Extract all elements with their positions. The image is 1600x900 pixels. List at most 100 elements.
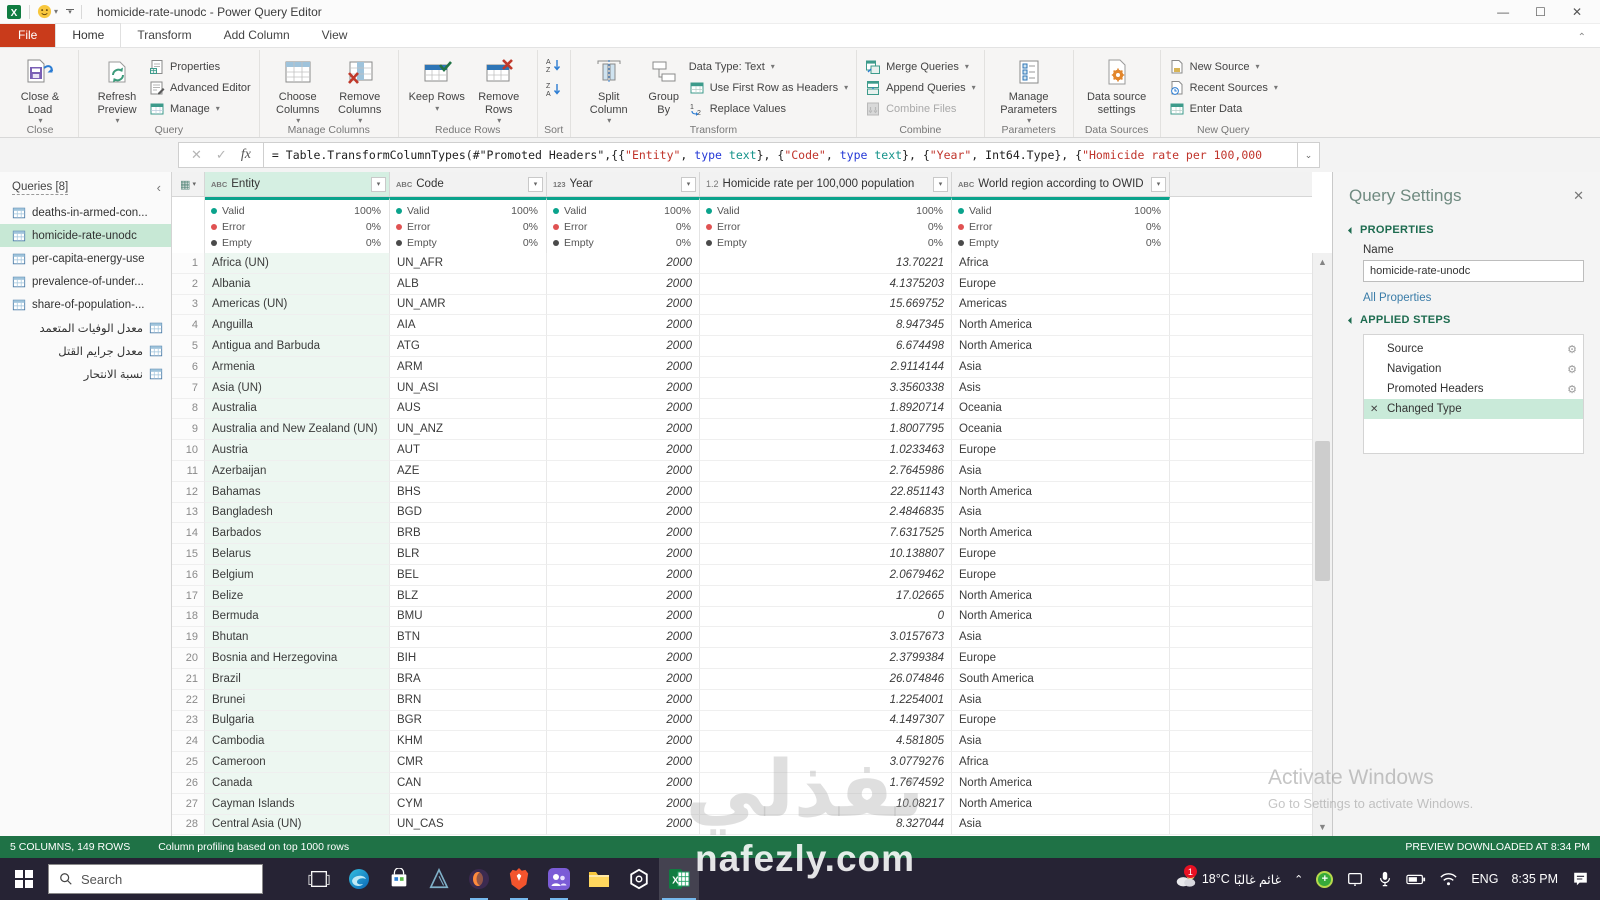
status-profiling-note[interactable]: Column profiling based on top 1000 rows: [158, 841, 349, 853]
row-number[interactable]: 12: [172, 481, 205, 503]
enter-data-button[interactable]: Enter Data: [1169, 99, 1278, 118]
cell-entity[interactable]: Canada: [205, 772, 390, 794]
start-button[interactable]: [0, 858, 48, 900]
cell-world-region[interactable]: Europe: [952, 564, 1170, 586]
cell-code[interactable]: UN_AMR: [390, 294, 547, 316]
cell-code[interactable]: BTN: [390, 627, 547, 649]
cell-homicide-rate[interactable]: 8.947345: [700, 315, 952, 337]
cell-entity[interactable]: Africa (UN): [205, 253, 390, 274]
cell-homicide-rate[interactable]: 1.8007795: [700, 419, 952, 441]
cell-world-region[interactable]: Europe: [952, 648, 1170, 669]
antivirus-tray-icon[interactable]: +: [1316, 870, 1334, 888]
close-panel-icon[interactable]: ✕: [1573, 188, 1584, 204]
taskbar-search[interactable]: Search: [48, 864, 263, 894]
cell-homicide-rate[interactable]: 10.08217: [700, 793, 952, 815]
cell-year[interactable]: 2000: [547, 356, 700, 378]
query-list-item[interactable]: deaths-in-armed-con...: [0, 201, 171, 224]
brave-browser-icon[interactable]: [499, 858, 539, 900]
cell-world-region[interactable]: Africa: [952, 253, 1170, 274]
row-number[interactable]: 23: [172, 710, 205, 732]
applied-step-item[interactable]: ✕ Changed Type ⚙: [1364, 399, 1583, 419]
row-number[interactable]: 15: [172, 544, 205, 565]
scroll-down-icon[interactable]: ▼: [1313, 818, 1332, 836]
cell-entity[interactable]: Bahamas: [205, 481, 390, 503]
cell-year[interactable]: 2000: [547, 668, 700, 690]
cell-world-region[interactable]: South America: [952, 668, 1170, 690]
row-number[interactable]: 13: [172, 502, 205, 524]
keep-rows-button[interactable]: Keep Rows ▾: [407, 53, 467, 117]
cell-homicide-rate[interactable]: 3.0157673: [700, 627, 952, 649]
cell-year[interactable]: 2000: [547, 419, 700, 441]
cell-homicide-rate[interactable]: 13.70221: [700, 253, 952, 274]
feedback-smiley-icon[interactable]: ▾: [37, 4, 58, 19]
row-number[interactable]: 20: [172, 648, 205, 669]
cell-homicide-rate[interactable]: 15.669752: [700, 294, 952, 316]
scrollbar-thumb[interactable]: [1315, 441, 1330, 581]
formula-expand-icon[interactable]: ⌄: [1298, 142, 1320, 168]
collapse-pane-icon[interactable]: ‹: [157, 180, 161, 195]
row-number[interactable]: 5: [172, 336, 205, 357]
all-properties-link[interactable]: All Properties: [1363, 292, 1584, 304]
row-number[interactable]: 24: [172, 731, 205, 753]
action-center-icon[interactable]: [1571, 870, 1590, 888]
cell-homicide-rate[interactable]: 22.851143: [700, 481, 952, 503]
cell-year[interactable]: 2000: [547, 336, 700, 357]
cell-year[interactable]: 2000: [547, 710, 700, 732]
cell-code[interactable]: AZE: [390, 460, 547, 482]
row-number[interactable]: 10: [172, 440, 205, 461]
ribbon-tab[interactable]: File: [0, 24, 56, 47]
cell-code[interactable]: AUS: [390, 398, 547, 420]
cell-world-region[interactable]: Asia: [952, 502, 1170, 524]
cell-world-region[interactable]: Asia: [952, 460, 1170, 482]
remove-rows-button[interactable]: Remove Rows ▾: [469, 53, 529, 125]
row-number[interactable]: 16: [172, 564, 205, 586]
row-number[interactable]: 11: [172, 460, 205, 482]
cell-entity[interactable]: Azerbaijan: [205, 460, 390, 482]
cell-code[interactable]: UN_ASI: [390, 377, 547, 399]
cell-world-region[interactable]: Africa: [952, 752, 1170, 773]
close-and-load-button[interactable]: Close & Load ▾: [10, 53, 70, 125]
choose-columns-button[interactable]: Choose Columns ▾: [268, 53, 328, 125]
edge-browser-icon[interactable]: [339, 858, 379, 900]
cell-homicide-rate[interactable]: 2.9114144: [700, 356, 952, 378]
cell-world-region[interactable]: Asia: [952, 731, 1170, 753]
cell-entity[interactable]: Bangladesh: [205, 502, 390, 524]
group-by-button[interactable]: Group By: [641, 53, 687, 117]
cell-world-region[interactable]: Asia: [952, 689, 1170, 711]
row-number[interactable]: 28: [172, 814, 205, 836]
task-view-icon[interactable]: [299, 858, 339, 900]
column-header-year[interactable]: 123 Year ▾: [547, 172, 700, 197]
cell-entity[interactable]: Brazil: [205, 668, 390, 690]
scroll-up-icon[interactable]: ▲: [1313, 253, 1332, 271]
cell-code[interactable]: BEL: [390, 564, 547, 586]
formula-input[interactable]: = Table.TransformColumnTypes(#"Promoted …: [263, 142, 1298, 168]
cell-homicide-rate[interactable]: 1.7674592: [700, 772, 952, 794]
cell-year[interactable]: 2000: [547, 398, 700, 420]
cell-entity[interactable]: Belarus: [205, 544, 390, 565]
filter-icon[interactable]: ▾: [1151, 176, 1166, 192]
column-header-entity[interactable]: ABC Entity ▾: [205, 172, 390, 197]
delete-step-icon[interactable]: ✕: [1370, 404, 1382, 415]
properties-button[interactable]: Properties: [149, 57, 251, 76]
cell-code[interactable]: UN_AFR: [390, 253, 547, 274]
battery-icon[interactable]: [1406, 871, 1426, 887]
row-number[interactable]: 14: [172, 523, 205, 545]
cell-world-region[interactable]: Americas: [952, 294, 1170, 316]
query-list-item[interactable]: per-capita-energy-use: [0, 247, 171, 270]
chatgpt-icon[interactable]: [619, 858, 659, 900]
cell-year[interactable]: 2000: [547, 481, 700, 503]
cell-world-region[interactable]: Europe: [952, 710, 1170, 732]
cell-year[interactable]: 2000: [547, 731, 700, 753]
replace-values-button[interactable]: 12 Replace Values: [689, 99, 848, 118]
cell-homicide-rate[interactable]: 1.8920714: [700, 398, 952, 420]
cell-world-region[interactable]: Oceania: [952, 398, 1170, 420]
cell-code[interactable]: CAN: [390, 772, 547, 794]
cell-entity[interactable]: Australia and New Zealand (UN): [205, 419, 390, 441]
cell-code[interactable]: CMR: [390, 752, 547, 773]
cell-world-region[interactable]: North America: [952, 315, 1170, 337]
cell-code[interactable]: AUT: [390, 440, 547, 461]
file-explorer-icon[interactable]: [579, 858, 619, 900]
cell-entity[interactable]: Asia (UN): [205, 377, 390, 399]
cell-world-region[interactable]: North America: [952, 336, 1170, 357]
cell-world-region[interactable]: Europe: [952, 544, 1170, 565]
